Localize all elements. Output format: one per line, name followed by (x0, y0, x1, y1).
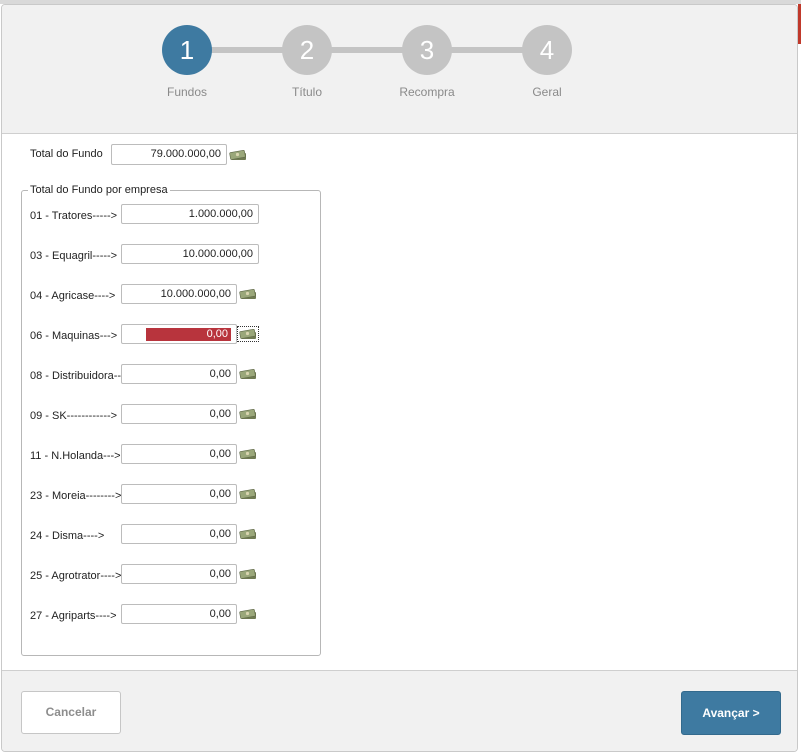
wizard-content: Total do Fundo 79.000.000,00 Total do Fu… (2, 134, 797, 669)
company-value-field-equagril[interactable]: 10.000.000,00 (121, 244, 259, 264)
money-icon[interactable] (239, 368, 257, 380)
money-icon[interactable] (239, 408, 257, 420)
company-value-field-agrotrator[interactable]: 0,00 (121, 564, 237, 584)
total-label: Total do Fundo (30, 148, 103, 160)
company-value-field-disma[interactable]: 0,00 (121, 524, 237, 544)
total-value-field[interactable]: 79.000.000,00 (111, 144, 227, 165)
company-label-maquinas: 06 - Maquinas---> (30, 330, 118, 342)
selected-value-text: 0,00 (146, 328, 231, 341)
money-icon[interactable] (239, 448, 257, 460)
money-icon[interactable] (239, 568, 257, 580)
wizard-header: 1 2 3 4 Fundos Título Recompra Geral (2, 5, 797, 134)
company-label-sk: 09 - SK------------> (30, 410, 118, 422)
company-label-agricase: 04 - Agricase----> (30, 290, 116, 302)
company-label-equagril: 03 - Equagril-----> (30, 250, 118, 262)
company-label-n-holanda: 11 - N.Holanda---> (30, 450, 121, 462)
company-label-agriparts: 27 - Agriparts----> (30, 610, 117, 622)
company-label-disma: 24 - Disma----> (30, 530, 105, 542)
wizard-footer: Cancelar Avançar > (2, 670, 797, 751)
next-button[interactable]: Avançar > (681, 691, 781, 735)
company-value-field-tratores[interactable]: 1.000.000,00 (121, 204, 259, 224)
step-4-label: Geral (532, 85, 562, 99)
company-value-field-n-holanda[interactable]: 0,00 (121, 444, 237, 464)
company-label-tratores: 01 - Tratores-----> (30, 210, 118, 222)
step-3-circle[interactable]: 3 (402, 25, 452, 75)
step-2-label: Título (291, 85, 322, 99)
money-icon[interactable] (237, 326, 259, 342)
step-1-circle[interactable]: 1 (162, 25, 212, 75)
cancel-button[interactable]: Cancelar (21, 691, 121, 734)
money-icon[interactable] (239, 608, 257, 620)
money-icon[interactable] (239, 488, 257, 500)
company-value-field-distribuidora[interactable]: 0,00 (121, 364, 237, 384)
company-funds-legend: Total do Fundo por empresa (30, 184, 168, 196)
step-1-label: Fundos (166, 85, 208, 99)
step-2-circle[interactable]: 2 (282, 25, 332, 75)
company-label-agrotrator: 25 - Agrotrator----> (30, 570, 122, 582)
company-value-field-moreia[interactable]: 0,00 (121, 484, 237, 504)
money-icon[interactable] (229, 149, 247, 161)
company-value-field-agricase[interactable]: 10.000.000,00 (121, 284, 237, 304)
money-icon[interactable] (239, 528, 257, 540)
wizard-dialog: 1 2 3 4 Fundos Título Recompra Geral Tot… (1, 4, 798, 752)
company-value-field-agriparts[interactable]: 0,00 (121, 604, 237, 624)
company-label-moreia: 23 - Moreia--------> (30, 490, 122, 502)
step-4-circle[interactable]: 4 (522, 25, 572, 75)
company-value-field-sk[interactable]: 0,00 (121, 404, 237, 424)
step-3-label: Recompra (399, 85, 455, 99)
money-icon[interactable] (239, 288, 257, 300)
company-value-field-maquinas[interactable]: 0,00 (121, 324, 237, 344)
company-label-distribuidora: 08 - Distribuidora-- (30, 370, 122, 382)
